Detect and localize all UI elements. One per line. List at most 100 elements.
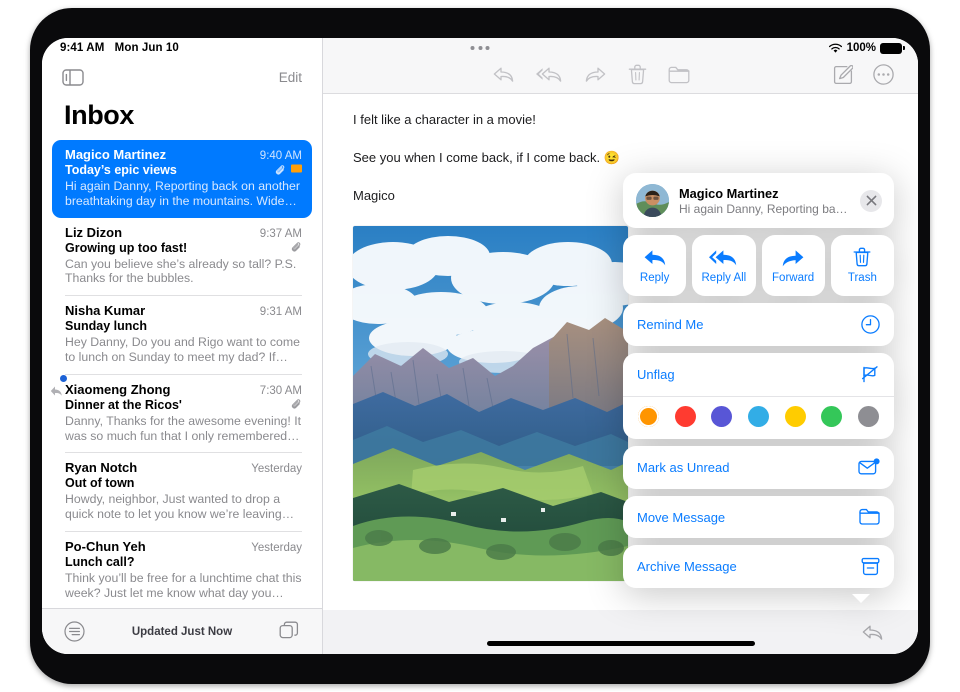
forward-icon[interactable] xyxy=(584,65,607,84)
popup-tail xyxy=(852,594,870,603)
message-list-item[interactable]: Liz Dizon 9:37 AM Growing up too fast! Can … xyxy=(52,218,312,296)
message-subject-line: Growing up too fast! xyxy=(65,241,302,255)
clock-icon xyxy=(861,315,880,334)
flag-color-teal[interactable] xyxy=(747,406,769,427)
move-message-item[interactable]: Move Message xyxy=(623,496,894,538)
sender-avatar xyxy=(636,184,669,217)
message-subject: Today’s epic views xyxy=(65,163,177,177)
message-list[interactable]: Magico Martinez 9:40 AM Today’s epic views… xyxy=(42,140,322,608)
reply-all-glyph xyxy=(536,67,562,82)
message-subject: Dinner at the Ricos' xyxy=(65,397,182,412)
message-badges xyxy=(275,164,302,177)
flag-icon xyxy=(291,164,302,176)
edit-button[interactable]: Edit xyxy=(279,70,302,85)
reply-icon[interactable] xyxy=(492,65,515,84)
message-time: 9:37 AM xyxy=(259,227,302,240)
reply-icon xyxy=(644,249,665,265)
message-time: 9:40 AM xyxy=(259,150,302,162)
mark-as-unread-label: Mark as Unread xyxy=(637,460,730,475)
more-circle-icon[interactable] xyxy=(873,64,894,85)
message-row-header: Po-Chun Yeh Yesterday xyxy=(65,539,302,554)
message-list-item[interactable]: Ryan Notch Yesterday Out of town Howdy, nei… xyxy=(52,453,312,531)
trash-icon[interactable] xyxy=(628,64,647,85)
new-window-icon[interactable] xyxy=(279,621,300,642)
attachment-icon xyxy=(275,164,286,177)
flag-color-swatches[interactable] xyxy=(623,396,894,439)
message-badges xyxy=(291,398,302,411)
message-sender: Magico Martinez xyxy=(65,147,167,162)
message-action-popup: Magico Martinez Hi again Danny, Reportin… xyxy=(623,173,894,603)
message-list-item[interactable]: Magico Martinez 9:40 AM Today’s epic views… xyxy=(52,140,312,218)
message-list-item[interactable]: Nisha Kumar 9:31 AM Sunday lunch Hey Danny,… xyxy=(52,296,312,374)
popup-sender-name: Magico Martinez xyxy=(679,185,779,201)
mark-as-unread-item[interactable]: Mark as Unread xyxy=(623,446,894,489)
sidebar-toggle-glyph xyxy=(62,68,84,86)
trash-glyph xyxy=(628,64,647,85)
message-row-header: Xiaomeng Zhong 7:30 AM xyxy=(65,382,302,397)
move-message-card: Move Message xyxy=(623,496,894,538)
message-preview: Hey Danny, Do you and Rigo want to come … xyxy=(65,335,300,364)
ipad-device-frame: 9:41 AM Mon Jun 10 100% Edit Inbox Magic… xyxy=(30,8,930,684)
cursor-indicator xyxy=(60,375,67,382)
close-icon[interactable] xyxy=(860,189,882,212)
remind-me-label: Remind Me xyxy=(637,317,704,332)
forward-icon xyxy=(782,249,804,266)
flag-color-orange[interactable] xyxy=(638,406,659,427)
folder-icon[interactable] xyxy=(668,66,690,84)
reply-all-icon[interactable] xyxy=(536,65,563,84)
forward-button[interactable]: Forward xyxy=(761,235,825,296)
new-window-glyph xyxy=(279,621,299,639)
message-sender: Liz Dizon xyxy=(65,224,123,240)
flag-color-green[interactable] xyxy=(821,406,843,427)
message-row-header: Magico Martinez 9:40 AM xyxy=(65,147,302,162)
message-row-header: Liz Dizon 9:37 AM xyxy=(65,225,302,240)
message-subject-line: Today’s epic views xyxy=(65,163,302,177)
message-list-item[interactable]: Po-Chun Yeh Yesterday Lunch call? Think you… xyxy=(52,532,312,608)
compose-icon[interactable] xyxy=(833,64,853,85)
unflag-item[interactable]: Unflag xyxy=(623,353,894,396)
message-row-header: Ryan Notch Yesterday xyxy=(65,460,302,475)
reply-all-button[interactable]: Reply All xyxy=(692,235,756,296)
trash-icon xyxy=(853,247,871,267)
message-sender: Ryan Notch xyxy=(65,460,138,476)
mountain-landscape-photo[interactable] xyxy=(353,226,628,581)
home-indicator xyxy=(486,641,755,646)
message-list-item[interactable]: Xiaomeng Zhong 7:30 AM Dinner at the Ricos… xyxy=(50,375,312,453)
reply-all-icon xyxy=(709,249,737,265)
message-bottom-toolbar xyxy=(323,610,918,654)
message-sender: Po-Chun Yeh xyxy=(65,538,146,554)
folder-glyph xyxy=(859,508,880,525)
message-preview: Can you believe she’s already so tall? P… xyxy=(65,256,297,286)
popup-sender-text: Magico Martinez Hi again Danny, Reportin… xyxy=(679,186,850,216)
message-time: 7:30 AM xyxy=(259,384,302,397)
attachment-icon xyxy=(291,241,302,254)
mark-as-unread-card: Mark as Unread xyxy=(623,446,894,489)
reply-button[interactable]: Reply xyxy=(623,235,687,296)
reply-glyph xyxy=(493,67,514,82)
filter-icon[interactable] xyxy=(64,621,85,642)
flag-color-purple[interactable] xyxy=(711,406,733,427)
replied-icon xyxy=(50,384,62,396)
filter-glyph xyxy=(64,621,85,642)
remind-me-item[interactable]: Remind Me xyxy=(623,303,894,346)
ipad-screen: 9:41 AM Mon Jun 10 100% Edit Inbox Magic… xyxy=(42,38,918,654)
message-subject-line: Sunday lunch xyxy=(65,319,302,333)
sidebar-toggle-icon[interactable] xyxy=(62,68,84,86)
flag-color-yellow[interactable] xyxy=(784,406,806,427)
message-preview: Hi again Danny, Reporting back on anothe… xyxy=(65,179,300,208)
message-toolbar-left xyxy=(492,64,690,85)
message-subject-line: Lunch call? xyxy=(65,555,302,569)
flag-color-gray[interactable] xyxy=(857,406,879,427)
reply-icon[interactable] xyxy=(861,623,884,642)
trash-button[interactable]: Trash xyxy=(830,235,894,296)
archive-message-item[interactable]: Archive Message xyxy=(623,545,894,588)
flag-color-red[interactable] xyxy=(674,406,696,427)
message-toolbar-right xyxy=(833,64,894,85)
remind-me-card: Remind Me xyxy=(623,303,894,346)
compose-glyph xyxy=(833,64,853,84)
message-time: Yesterday xyxy=(251,541,302,554)
popup-sender-header: Magico Martinez Hi again Danny, Reportin… xyxy=(623,173,894,228)
move-message-label: Move Message xyxy=(637,509,726,525)
split-view: Edit Inbox Magico Martinez 9:40 AM Today’s… xyxy=(42,38,918,654)
multitask-handle-icon[interactable] xyxy=(470,46,490,50)
